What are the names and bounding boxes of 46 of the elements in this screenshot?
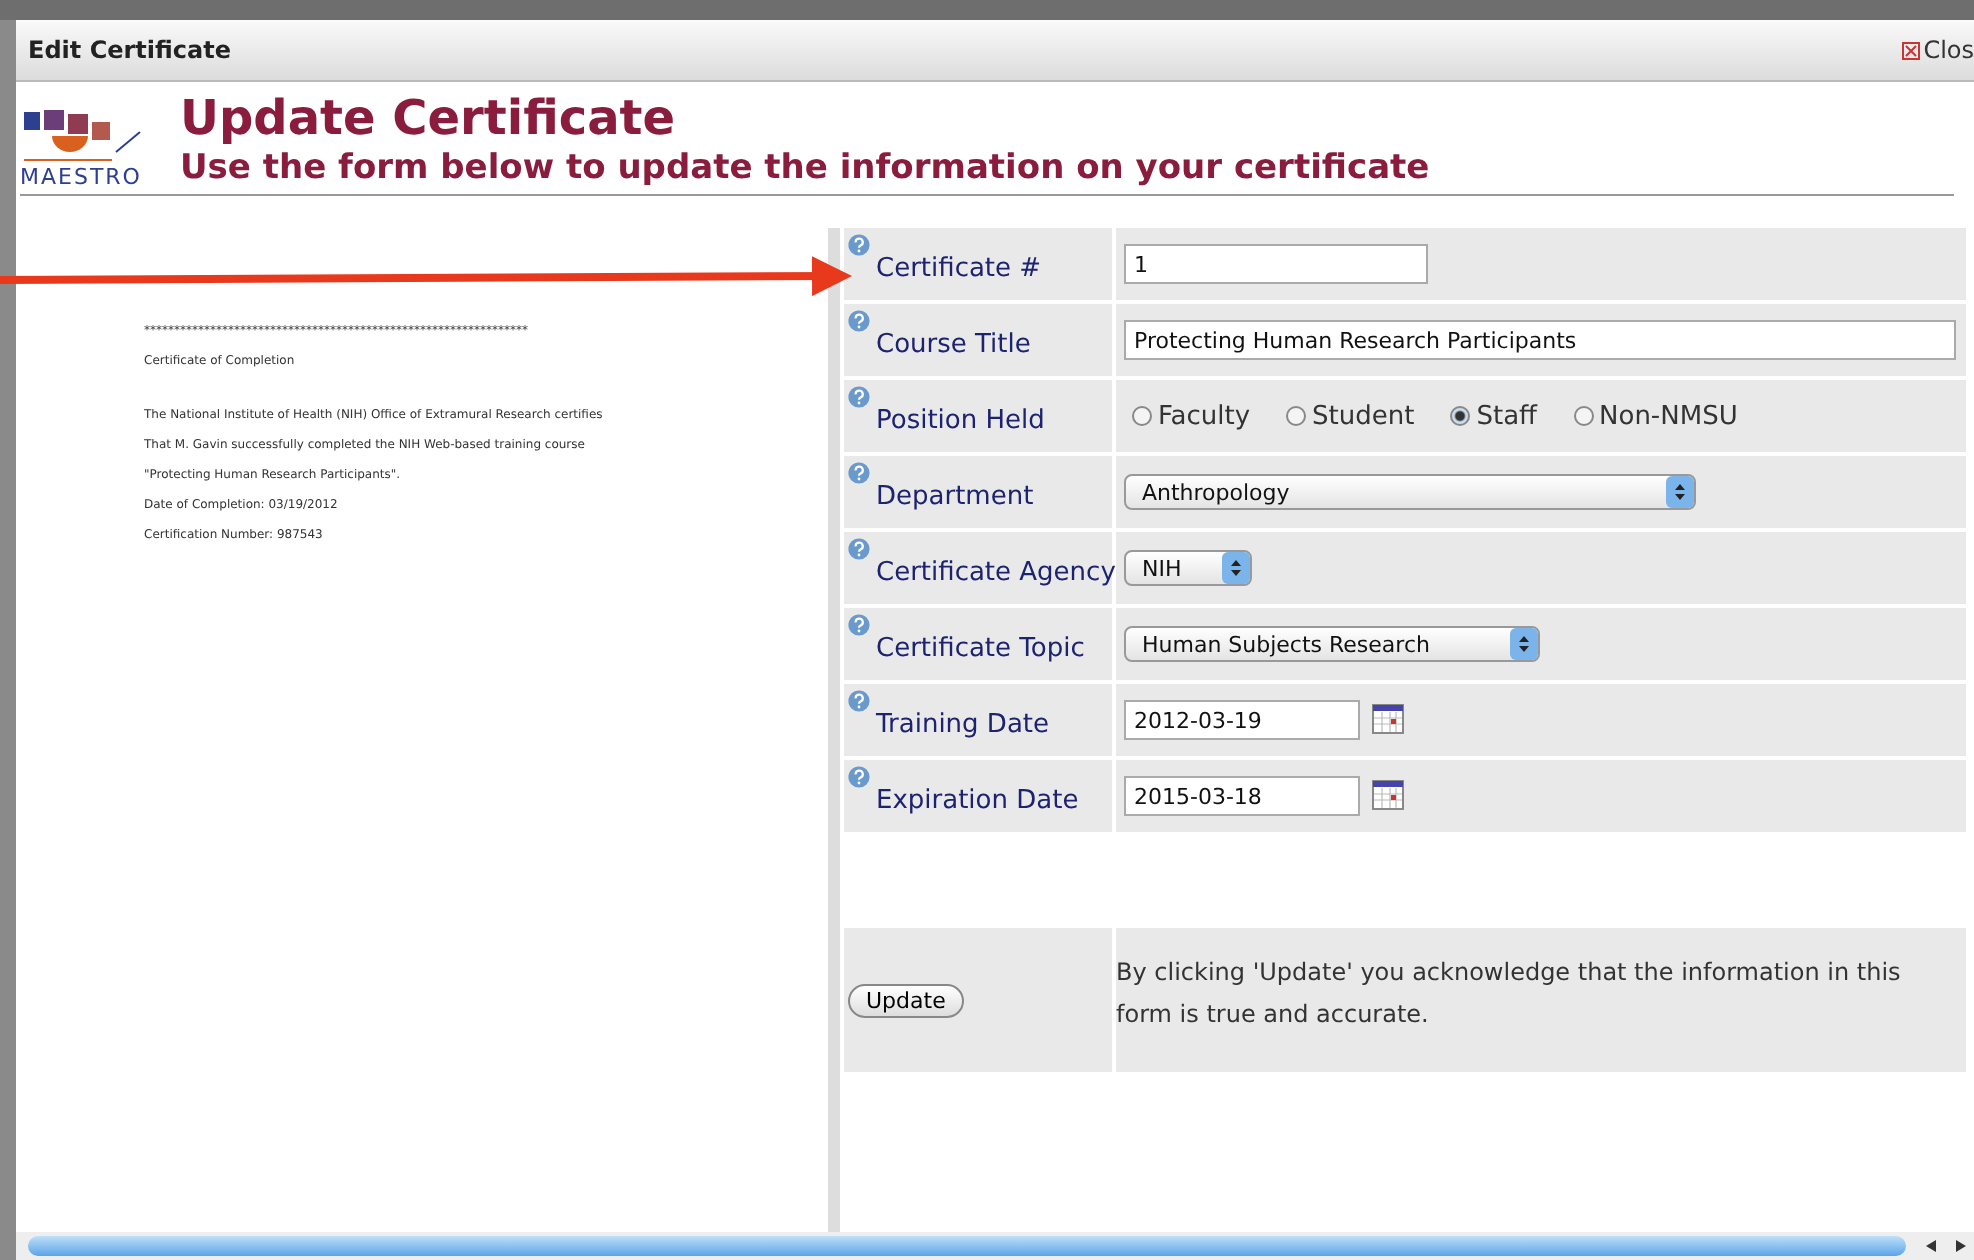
- date-field[interactable]: 2015-03-18: [1124, 776, 1360, 816]
- stepper-icon: [1222, 552, 1250, 584]
- radio-label[interactable]: Faculty: [1158, 401, 1251, 431]
- close-icon: [1901, 41, 1920, 59]
- window-title: Edit Certificate: [26, 36, 232, 64]
- dropdown[interactable]: Anthropology: [1124, 474, 1696, 510]
- field-label: Certificate Topic: [876, 634, 1085, 664]
- stepper-icon: [1510, 628, 1538, 660]
- dropdown[interactable]: NIH: [1124, 550, 1252, 586]
- date-field[interactable]: 2012-03-19: [1124, 700, 1360, 740]
- field-label: Training Date: [876, 710, 1049, 740]
- help-icon[interactable]: [848, 234, 870, 256]
- calendar-icon[interactable]: [1372, 780, 1404, 810]
- scrollbar-thumb[interactable]: [28, 1236, 1906, 1256]
- radio-label[interactable]: Student: [1312, 401, 1415, 431]
- close-button[interactable]: Clos: [1901, 36, 1974, 64]
- radio-label[interactable]: Non-NMSU: [1599, 401, 1738, 431]
- help-icon[interactable]: [848, 614, 870, 636]
- field-label: Department: [876, 482, 1034, 512]
- help-icon[interactable]: [848, 386, 870, 408]
- field-label: Position Held: [876, 406, 1045, 436]
- field-label: Expiration Date: [876, 786, 1079, 816]
- logo-text: MAESTRO: [20, 164, 144, 190]
- help-icon[interactable]: [848, 766, 870, 788]
- field-label: Certificate #: [876, 254, 1042, 284]
- radio-button[interactable]: [1573, 406, 1594, 426]
- dropdown[interactable]: Human Subjects Research: [1124, 626, 1540, 662]
- update-button[interactable]: Update: [848, 983, 964, 1017]
- page-subtitle: Use the form below to update the information on your certificate: [180, 146, 1430, 190]
- stepper-icon: [1666, 476, 1694, 508]
- radio-button[interactable]: [1286, 406, 1307, 426]
- text-field[interactable]: 1: [1124, 244, 1428, 284]
- text-field[interactable]: Protecting Human Research Participants: [1124, 320, 1956, 360]
- radio-button[interactable]: [1132, 406, 1152, 426]
- acknowledgement-text: By clicking 'Update' you acknowledge that the information in this form is true and accurate.: [1116, 956, 1903, 1032]
- field-label: Course Title: [876, 330, 1031, 360]
- help-icon[interactable]: [848, 538, 870, 560]
- help-icon[interactable]: [848, 690, 870, 712]
- field-label: Certificate Agency: [876, 558, 1116, 588]
- logo-icon: [20, 108, 144, 164]
- radio-button[interactable]: [1450, 406, 1471, 426]
- radio-label[interactable]: Staff: [1476, 401, 1538, 431]
- page-title: Update Certificate: [180, 90, 678, 146]
- calendar-icon[interactable]: [1372, 704, 1404, 734]
- help-icon[interactable]: [848, 310, 870, 332]
- help-icon[interactable]: [848, 462, 870, 484]
